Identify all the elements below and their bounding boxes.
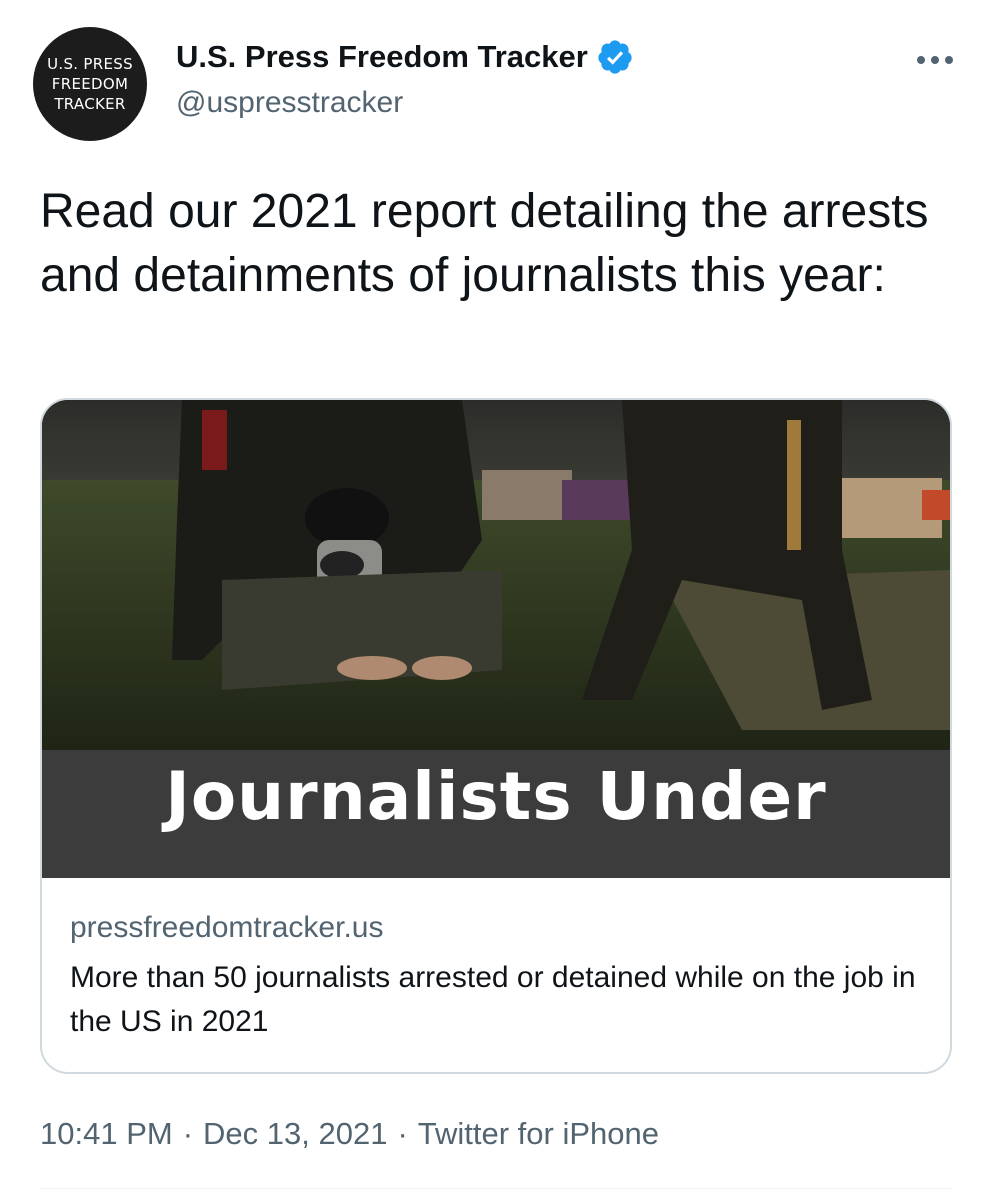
- card-description: More than 50 journalists arrested or det…: [70, 961, 916, 1038]
- card-domain: pressfreedomtracker.us: [70, 911, 384, 944]
- more-dots-icon: [917, 56, 953, 64]
- more-options-button[interactable]: [905, 40, 965, 80]
- link-card[interactable]: Journalists Under pressfreedomtracker.us…: [40, 398, 952, 1074]
- avatar[interactable]: U.S. PRESS FREEDOM TRACKER: [33, 27, 147, 141]
- tweet-meta: 10:41 PM · Dec 13, 2021 · Twitter for iP…: [40, 1116, 659, 1152]
- meta-separator: ·: [397, 1116, 408, 1151]
- verified-badge-icon: [596, 38, 634, 76]
- tweet-text: Read our 2021 report detailing the arres…: [40, 185, 929, 302]
- divider: [40, 1188, 952, 1189]
- avatar-text-line: TRACKER: [54, 95, 126, 113]
- tweet-time[interactable]: 10:41 PM: [40, 1116, 173, 1152]
- tweet-date[interactable]: Dec 13, 2021: [203, 1116, 387, 1152]
- tweet-source[interactable]: Twitter for iPhone: [418, 1116, 659, 1152]
- display-name[interactable]: U.S. Press Freedom Tracker: [176, 39, 588, 75]
- author-handle[interactable]: @uspresstracker: [176, 86, 403, 120]
- avatar-text-line: U.S. PRESS: [47, 55, 133, 73]
- author-name-row[interactable]: U.S. Press Freedom Tracker: [176, 38, 634, 76]
- avatar-text-line: FREEDOM: [51, 75, 129, 93]
- meta-separator: ·: [182, 1116, 194, 1151]
- tweet: U.S. PRESS FREEDOM TRACKER U.S. Press Fr…: [0, 0, 992, 1200]
- card-image[interactable]: Journalists Under: [42, 400, 950, 878]
- card-meta[interactable]: pressfreedomtracker.us More than 50 jour…: [70, 908, 930, 1044]
- card-banner-text: Journalists Under: [165, 758, 827, 835]
